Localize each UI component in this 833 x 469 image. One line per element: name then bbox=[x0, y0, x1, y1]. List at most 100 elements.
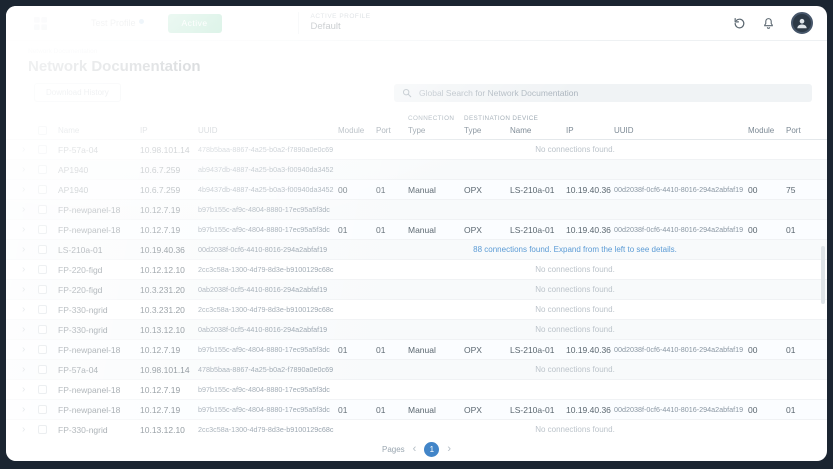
table-row[interactable]: › FP-220-figd 10.12.12.10 2cc3c58a-1300-4d7… bbox=[6, 260, 827, 280]
table-row[interactable]: › FP-newpanel-18 10.12.7.19 b97b155c-af9c-4… bbox=[6, 400, 827, 420]
pages-label: Pages bbox=[381, 444, 405, 454]
table-row[interactable]: › FP-newpanel-18 10.12.7.19 b97b155c-af9c-4… bbox=[6, 200, 827, 220]
search-icon bbox=[402, 88, 412, 97]
row-ip: 10.13.12.10 bbox=[140, 324, 185, 335]
row-checkbox[interactable] bbox=[38, 185, 47, 194]
vertical-scrollbar[interactable] bbox=[821, 246, 825, 304]
row-dest-type: OPX bbox=[464, 404, 482, 415]
col-connection-type[interactable]: Type bbox=[408, 126, 464, 135]
download-history-button[interactable]: Download History bbox=[34, 83, 121, 102]
row-dest-name: LS-210a-01 bbox=[510, 184, 555, 195]
row-ip: 10.12.7.19 bbox=[140, 204, 181, 215]
global-search-input[interactable] bbox=[417, 86, 804, 99]
expand-chevron-icon[interactable]: › bbox=[20, 164, 38, 175]
row-dest-uuid: 00d2038f-0cf6-4410-8016-294a2abfaf19 bbox=[614, 225, 744, 234]
expand-chevron-icon[interactable]: › bbox=[20, 224, 38, 235]
expand-chevron-icon[interactable]: › bbox=[20, 424, 38, 435]
row-checkbox[interactable] bbox=[38, 365, 47, 374]
row-checkbox[interactable] bbox=[38, 425, 47, 434]
row-checkbox[interactable] bbox=[38, 205, 47, 214]
refresh-button[interactable] bbox=[733, 17, 746, 30]
row-name: LS-210a-01 bbox=[58, 244, 103, 255]
table-row[interactable]: › FP-newpanel-18 10.12.7.19 b97b155c-af9c-4… bbox=[6, 340, 827, 360]
row-checkbox[interactable] bbox=[38, 325, 47, 334]
row-dest-uuid: 00d2038f-0cf6-4410-8016-294a2abfaf19 bbox=[614, 345, 744, 354]
table-column-header-row: Name IP UUID Module Port Type Type Name … bbox=[6, 122, 827, 139]
row-ip: 10.12.7.19 bbox=[140, 404, 181, 415]
row-checkbox[interactable] bbox=[38, 165, 47, 174]
table-row[interactable]: › LS-210a-01 10.19.40.36 00d2038f-0cf6-4410… bbox=[6, 240, 827, 260]
table-row[interactable]: › FP-330-ngrid 10.13.12.10 2cc3c58a-1300-4d… bbox=[6, 420, 827, 437]
table-row[interactable]: › AP1940 10.6.7.259 ab9437db-4887-4a25-b0a3… bbox=[6, 160, 827, 180]
table-row[interactable]: › FP-newpanel-18 10.12.7.19 b97b155c-af9c-4… bbox=[6, 220, 827, 240]
col-dest-uuid[interactable]: UUID bbox=[614, 126, 748, 135]
table-row[interactable]: › FP-220-figd 10.3.231.20 0ab2038f-0cf5-441… bbox=[6, 280, 827, 300]
table-row[interactable]: › FP-330-ngrid 10.13.12.10 0ab2038f-0cf5-44… bbox=[6, 320, 827, 340]
row-checkbox[interactable] bbox=[38, 345, 47, 354]
row-checkbox[interactable] bbox=[38, 265, 47, 274]
expand-chevron-icon[interactable]: › bbox=[20, 264, 38, 275]
previous-page-icon[interactable]: ‹ bbox=[413, 443, 417, 455]
user-avatar[interactable] bbox=[791, 12, 813, 34]
row-uuid: 4b9437db-4887-4a25-b0a3-f00940da3452 bbox=[198, 185, 334, 194]
expand-chevron-icon[interactable]: › bbox=[20, 184, 38, 195]
col-dest-name[interactable]: Name bbox=[510, 126, 566, 135]
row-dest-module: 00 bbox=[748, 184, 758, 195]
col-uuid[interactable]: UUID bbox=[198, 126, 338, 135]
expand-chevron-icon[interactable]: › bbox=[20, 404, 38, 415]
col-dest-ip[interactable]: IP bbox=[566, 126, 614, 135]
global-search[interactable] bbox=[394, 83, 812, 102]
table-row[interactable]: › FP-57a-04 10.98.101.14 478b5baa-8867-4a25… bbox=[6, 140, 827, 160]
row-uuid: b97b155c-af9c-4804-8880-17ec95a5f3dc bbox=[198, 205, 330, 214]
active-button[interactable]: Active bbox=[167, 13, 222, 33]
row-uuid: 2cc3c58a-1300-4d79-8d3e-b9100129c68c bbox=[198, 425, 334, 434]
page-number-button[interactable]: 1 bbox=[424, 441, 440, 457]
expand-chevron-icon[interactable]: › bbox=[20, 384, 38, 395]
row-ip: 10.13.12.10 bbox=[140, 424, 185, 435]
col-port[interactable]: Port bbox=[376, 126, 408, 135]
row-connections-message: No connections found. bbox=[535, 265, 615, 274]
row-ip: 10.3.231.20 bbox=[140, 284, 185, 295]
expand-chevron-icon[interactable]: › bbox=[20, 324, 38, 335]
row-checkbox[interactable] bbox=[38, 145, 47, 154]
row-checkbox[interactable] bbox=[38, 305, 47, 314]
col-module[interactable]: Module bbox=[338, 126, 376, 135]
table-row[interactable]: › FP-57a-04 10.98.101.14 478b5baa-8867-4a25… bbox=[6, 360, 827, 380]
row-dest-name: LS-210a-01 bbox=[510, 404, 555, 415]
next-page-icon[interactable]: › bbox=[447, 443, 451, 455]
table-row[interactable]: › FP-330-ngrid 10.3.231.20 2cc3c58a-1300-4d… bbox=[6, 300, 827, 320]
table-row[interactable]: › AP1940 10.6.7.259 4b9437db-4887-4a25-b0a3… bbox=[6, 180, 827, 200]
row-dest-module: 00 bbox=[748, 404, 758, 415]
row-checkbox[interactable] bbox=[38, 405, 47, 414]
profile-selector[interactable]: Test Profile bbox=[91, 18, 144, 28]
row-name: FP-newpanel-18 bbox=[58, 404, 121, 415]
col-ip[interactable]: IP bbox=[140, 126, 198, 135]
expand-chevron-icon[interactable]: › bbox=[20, 344, 38, 355]
row-checkbox[interactable] bbox=[38, 285, 47, 294]
notifications-button[interactable] bbox=[762, 17, 775, 30]
expand-chevron-icon[interactable]: › bbox=[20, 284, 38, 295]
select-all-checkbox[interactable] bbox=[38, 126, 47, 135]
row-name: FP-57a-04 bbox=[58, 364, 99, 375]
apps-grid-icon[interactable] bbox=[34, 16, 47, 30]
expand-chevron-icon[interactable]: › bbox=[20, 304, 38, 315]
row-dest-module: 00 bbox=[748, 224, 758, 235]
table-group-header-row: CONNECTION DESTINATION DEVICE bbox=[6, 109, 827, 122]
expand-chevron-icon[interactable]: › bbox=[20, 244, 38, 255]
col-name[interactable]: Name bbox=[58, 126, 140, 135]
row-checkbox[interactable] bbox=[38, 225, 47, 234]
row-name: AP1940 bbox=[58, 164, 89, 175]
row-dest-uuid: 00d2038f-0cf6-4410-8016-294a2abfaf19 bbox=[614, 405, 744, 414]
expand-chevron-icon[interactable]: › bbox=[20, 144, 38, 155]
row-name: FP-330-ngrid bbox=[58, 424, 108, 435]
row-checkbox[interactable] bbox=[38, 245, 47, 254]
table-row[interactable]: › FP-newpanel-18 10.12.7.19 b97b155c-af9c-4… bbox=[6, 380, 827, 400]
row-checkbox[interactable] bbox=[38, 385, 47, 394]
expand-chevron-icon[interactable]: › bbox=[20, 204, 38, 215]
col-dest-type[interactable]: Type bbox=[464, 126, 510, 135]
row-name: FP-newpanel-18 bbox=[58, 224, 121, 235]
col-dest-port[interactable]: Port bbox=[786, 126, 816, 135]
expand-chevron-icon[interactable]: › bbox=[20, 364, 38, 375]
col-dest-module[interactable]: Module bbox=[748, 126, 786, 135]
row-connections-message: No connections found. bbox=[535, 145, 615, 154]
